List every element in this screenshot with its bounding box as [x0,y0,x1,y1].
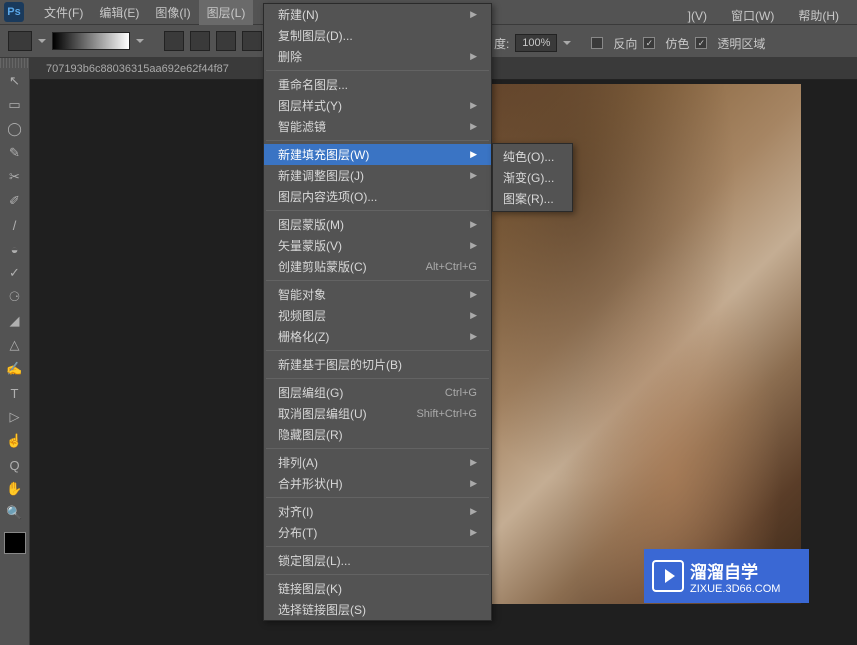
menu-item[interactable]: 智能滤镜▶ [264,116,491,137]
dither-label: 仿色 [665,35,689,52]
chevron-down-icon[interactable] [38,39,46,43]
menu-edit[interactable]: 编辑(E) [91,0,147,25]
chevron-right-icon: ▶ [470,506,477,517]
menu-item[interactable]: 图层编组(G)Ctrl+G [264,382,491,403]
tool-13[interactable]: T [3,382,27,404]
menu-item[interactable]: 栅格化(Z)▶ [264,326,491,347]
tool-3[interactable]: ✎ [3,142,27,164]
fill-layer-submenu: 纯色(O)...渐变(G)...图案(R)... [492,143,573,212]
menu-item[interactable]: 复制图层(D)... [264,25,491,46]
menu-item[interactable]: 图层样式(Y)▶ [264,95,491,116]
tool-preset-icon[interactable] [8,31,32,51]
tool-panel: ↖▭◯✎✂✐/◒✓⚆◢△✍T▷☝Q✋🔍 [0,58,30,645]
menu-item[interactable]: 锁定图层(L)... [264,550,491,571]
menu-item[interactable]: 智能对象▶ [264,284,491,305]
menu-layer[interactable]: 图层(L) [199,0,254,25]
menu-item[interactable]: 对齐(I)▶ [264,501,491,522]
tool-1[interactable]: ▭ [3,94,27,116]
watermark: 溜溜自学 ZIXUE.3D66.COM [644,549,809,603]
menu-item[interactable]: 创建剪贴蒙版(C)Alt+Ctrl+G [264,256,491,277]
inverse-label: 反向 [613,35,637,52]
menu-item[interactable]: 矢量蒙版(V)▶ [264,235,491,256]
app-logo: Ps [4,2,24,22]
menu-item[interactable]: 分布(T)▶ [264,522,491,543]
dither-checkbox[interactable] [643,37,655,49]
menu-item[interactable]: 视频图层▶ [264,305,491,326]
transparent-checkbox[interactable] [695,37,707,49]
chevron-right-icon: ▶ [470,240,477,251]
play-icon [652,560,684,592]
tool-14[interactable]: ▷ [3,406,27,428]
chevron-right-icon: ▶ [470,219,477,230]
menu-help[interactable]: 帮助(H) [790,3,847,28]
menu-item[interactable]: 新建(N)▶ [264,4,491,25]
chevron-right-icon: ▶ [470,121,477,132]
watermark-url: ZIXUE.3D66.COM [690,583,780,595]
gradient-angle-icon[interactable] [216,31,236,51]
chevron-down-icon[interactable] [136,39,144,43]
menu-item[interactable]: 隐藏图层(R) [264,424,491,445]
tool-15[interactable]: ☝ [3,430,27,452]
submenu-item[interactable]: 渐变(G)... [493,167,572,188]
menu-item[interactable]: 图层内容选项(O)... [264,186,491,207]
menu-item[interactable]: 新建填充图层(W)▶ [264,144,491,165]
menu-item[interactable]: 删除▶ [264,46,491,67]
tool-0[interactable]: ↖ [3,70,27,92]
chevron-right-icon: ▶ [470,478,477,489]
tool-9[interactable]: ⚆ [3,286,27,308]
menu-item[interactable]: 图层蒙版(M)▶ [264,214,491,235]
chevron-right-icon: ▶ [470,331,477,342]
menu-window[interactable]: 窗口(W) [723,3,782,28]
inverse-checkbox[interactable] [591,37,603,49]
menu-item[interactable]: 新建调整图层(J)▶ [264,165,491,186]
tool-5[interactable]: ✐ [3,190,27,212]
menu-image[interactable]: 图像(I) [147,0,198,25]
tool-16[interactable]: Q [3,454,27,476]
chevron-right-icon: ▶ [470,289,477,300]
chevron-right-icon: ▶ [470,170,477,181]
chevron-right-icon: ▶ [470,457,477,468]
tool-18[interactable]: 🔍 [3,502,27,524]
chevron-right-icon: ▶ [470,9,477,20]
document-title: 707193b6c88036315aa692e62f44f87 [46,63,229,75]
chevron-right-icon: ▶ [470,310,477,321]
submenu-item[interactable]: 图案(R)... [493,188,572,209]
tool-6[interactable]: / [3,214,27,236]
chevron-down-icon[interactable] [563,41,571,45]
tool-11[interactable]: △ [3,334,27,356]
menu-item[interactable]: 新建基于图层的切片(B) [264,354,491,375]
submenu-item[interactable]: 纯色(O)... [493,146,572,167]
tool-2[interactable]: ◯ [3,118,27,140]
menu-item[interactable]: 排列(A)▶ [264,452,491,473]
layer-dropdown: 新建(N)▶复制图层(D)...删除▶ 重命名图层...图层样式(Y)▶智能滤镜▶… [263,3,492,621]
tool-10[interactable]: ◢ [3,310,27,332]
opacity-label: 度: [494,35,509,52]
chevron-right-icon: ▶ [470,527,477,538]
chevron-right-icon: ▶ [470,100,477,111]
menu-item[interactable]: 合并形状(H)▶ [264,473,491,494]
chevron-right-icon: ▶ [470,149,477,160]
tool-7[interactable]: ◒ [3,238,27,260]
gradient-radial-icon[interactable] [190,31,210,51]
tool-4[interactable]: ✂ [3,166,27,188]
gradient-reflected-icon[interactable] [242,31,262,51]
tool-12[interactable]: ✍ [3,358,27,380]
menu-file[interactable]: 文件(F) [36,0,91,25]
chevron-right-icon: ▶ [470,51,477,62]
color-swatch[interactable] [4,532,26,554]
menu-view[interactable]: ](V) [680,5,715,27]
gradient-linear-icon[interactable] [164,31,184,51]
opacity-input[interactable] [515,34,557,52]
watermark-title: 溜溜自学 [690,558,780,583]
menu-item[interactable]: 取消图层编组(U)Shift+Ctrl+G [264,403,491,424]
menu-item[interactable]: 重命名图层... [264,74,491,95]
tool-8[interactable]: ✓ [3,262,27,284]
gradient-preview[interactable] [52,32,130,50]
menu-item[interactable]: 链接图层(K) [264,578,491,599]
transparent-label: 透明区域 [717,35,765,52]
menu-item[interactable]: 选择链接图层(S) [264,599,491,620]
panel-grip-icon[interactable] [0,58,29,68]
tool-17[interactable]: ✋ [3,478,27,500]
